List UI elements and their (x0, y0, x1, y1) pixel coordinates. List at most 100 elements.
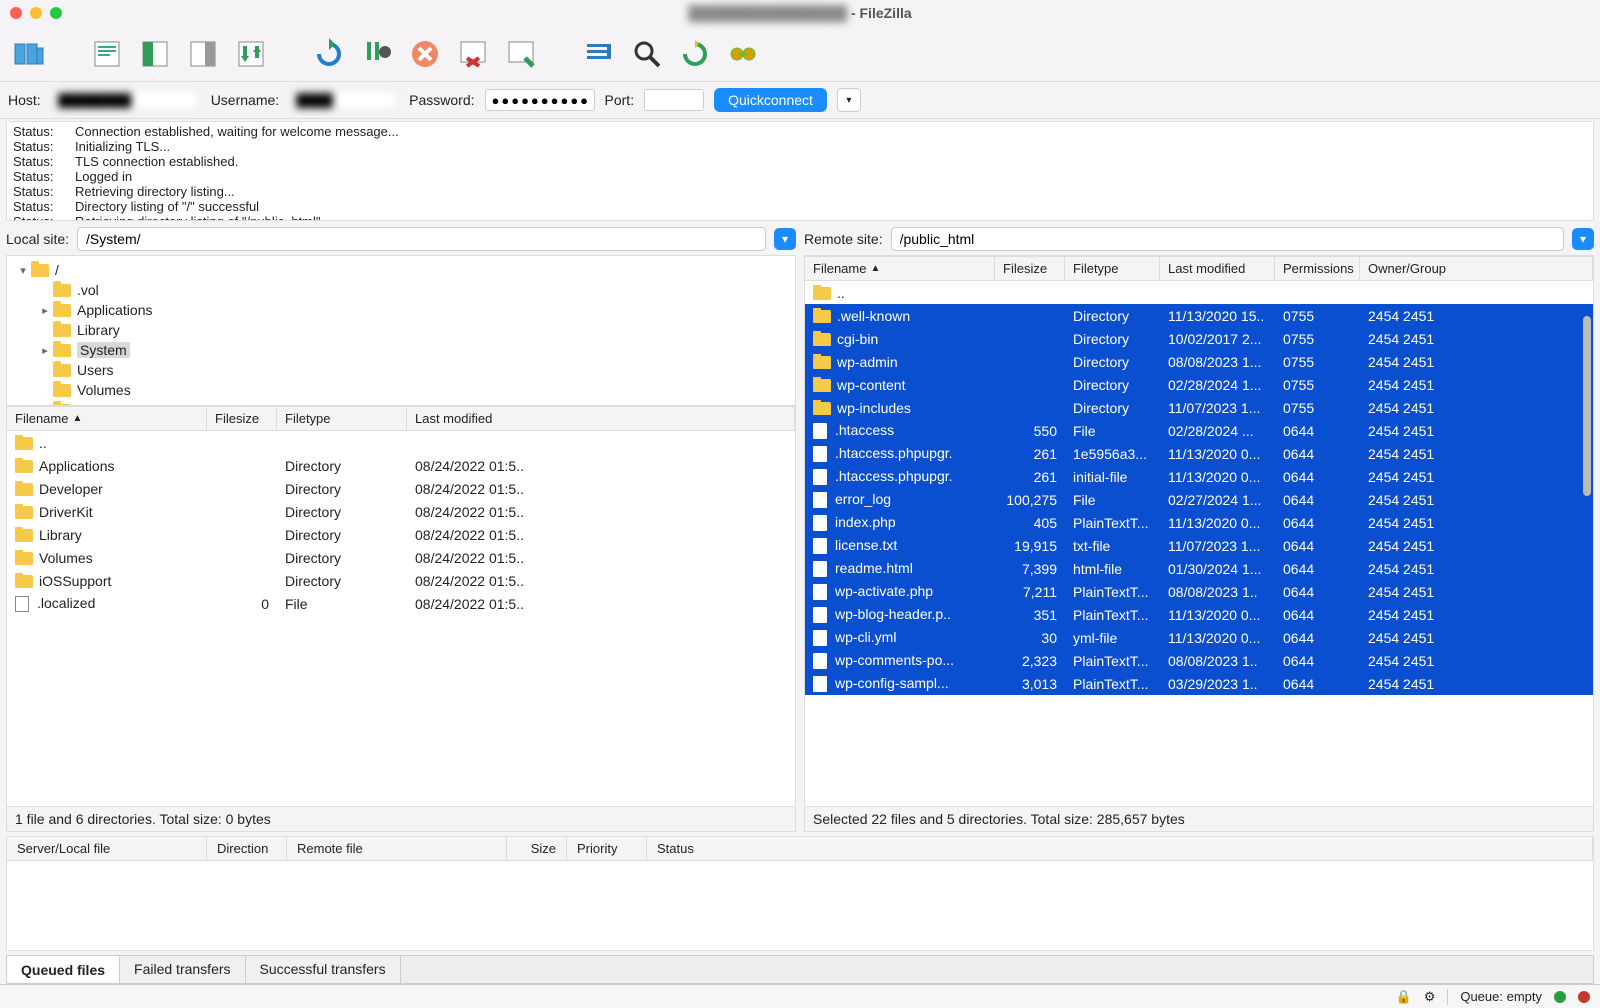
tree-item[interactable]: Library (11, 320, 791, 340)
password-label: Password: (409, 92, 474, 108)
quickconnect-history-button[interactable]: ▾ (837, 88, 861, 112)
process-queue-button[interactable] (356, 33, 398, 75)
minimize-window-icon[interactable] (30, 7, 42, 19)
sort-asc-icon: ▲ (870, 263, 880, 274)
close-window-icon[interactable] (10, 7, 22, 19)
disconnect-button[interactable] (452, 33, 494, 75)
local-header-filetype[interactable]: Filetype (277, 407, 407, 430)
remote-header-filesize[interactable]: Filesize (995, 257, 1065, 280)
search-button[interactable] (626, 33, 668, 75)
file-row[interactable]: wp-blog-header.p..351PlainTextT...11/13/… (805, 603, 1593, 626)
folder-icon (813, 379, 831, 392)
remote-header-filename[interactable]: Filename ▲ (805, 257, 995, 280)
toggle-remote-tree-button[interactable] (182, 33, 224, 75)
find-button[interactable] (722, 33, 764, 75)
remote-header-modified[interactable]: Last modified (1160, 257, 1275, 280)
queue-header-local[interactable]: Server/Local file (7, 837, 207, 860)
file-row[interactable]: wp-activate.php7,211PlainTextT...08/08/2… (805, 580, 1593, 603)
filter-button[interactable] (578, 33, 620, 75)
remote-file-list[interactable]: ...well-knownDirectory11/13/2020 15..075… (805, 281, 1593, 806)
remote-site-dropdown[interactable]: ▾ (1572, 228, 1594, 250)
log-msg: Initializing TLS... (75, 139, 170, 154)
local-site-dropdown[interactable]: ▾ (774, 228, 796, 250)
file-row[interactable]: ApplicationsDirectory08/24/2022 01:5.. (7, 454, 795, 477)
password-input[interactable] (485, 89, 595, 111)
file-row[interactable]: .. (805, 281, 1593, 304)
local-status: 1 file and 6 directories. Total size: 0 … (7, 806, 795, 831)
file-icon (813, 515, 827, 531)
zoom-window-icon[interactable] (50, 7, 62, 19)
remote-header-filetype[interactable]: Filetype (1065, 257, 1160, 280)
toggle-log-button[interactable] (86, 33, 128, 75)
file-row[interactable]: wp-contentDirectory02/28/2024 1...075524… (805, 373, 1593, 396)
tab-successful-transfers[interactable]: Successful transfers (246, 956, 401, 983)
queue-header-priority[interactable]: Priority (567, 837, 647, 860)
folder-icon (15, 506, 33, 519)
queue-list[interactable] (6, 861, 1594, 951)
log-key: Status: (13, 214, 59, 221)
remote-site-input[interactable] (891, 227, 1564, 251)
queue-header-remote[interactable]: Remote file (287, 837, 507, 860)
file-row[interactable]: wp-includesDirectory11/07/2023 1...07552… (805, 396, 1593, 419)
file-row[interactable]: wp-comments-po...2,323PlainTextT...08/08… (805, 649, 1593, 672)
log-msg: Directory listing of "/" successful (75, 199, 259, 214)
local-header-modified[interactable]: Last modified (407, 407, 795, 430)
file-row[interactable]: .. (7, 431, 795, 454)
port-input[interactable] (644, 89, 704, 111)
file-row[interactable]: iOSSupportDirectory08/24/2022 01:5.. (7, 569, 795, 592)
scrollbar[interactable] (1583, 316, 1591, 496)
tree-item[interactable]: ▸System (11, 340, 791, 360)
compare-button[interactable] (674, 33, 716, 75)
tree-item[interactable]: Volumes (11, 380, 791, 400)
file-row[interactable]: .htaccess550File02/28/2024 ...06442454 2… (805, 419, 1593, 442)
local-site-input[interactable] (77, 227, 766, 251)
file-row[interactable]: license.txt19,915txt-file11/07/2023 1...… (805, 534, 1593, 557)
queue-header-direction[interactable]: Direction (207, 837, 287, 860)
file-row[interactable]: cgi-binDirectory10/02/2017 2...07552454 … (805, 327, 1593, 350)
message-log[interactable]: Status:Connection established, waiting f… (6, 121, 1594, 221)
local-header-filesize[interactable]: Filesize (207, 407, 277, 430)
file-row[interactable]: DriverKitDirectory08/24/2022 01:5.. (7, 500, 795, 523)
tab-queued-files[interactable]: Queued files (7, 956, 120, 983)
file-icon (813, 653, 827, 669)
file-row[interactable]: DeveloperDirectory08/24/2022 01:5.. (7, 477, 795, 500)
folder-icon (15, 575, 33, 588)
refresh-button[interactable] (308, 33, 350, 75)
local-directory-tree[interactable]: ▾/.vol▸ApplicationsLibrary▸SystemUsersVo… (7, 256, 795, 406)
site-manager-button[interactable] (8, 33, 50, 75)
remote-header-owner[interactable]: Owner/Group (1360, 257, 1593, 280)
log-msg: Retrieving directory listing... (75, 184, 235, 199)
toggle-queue-button[interactable] (230, 33, 272, 75)
file-row[interactable]: .htaccess.phpupgr.2611e5956a3...11/13/20… (805, 442, 1593, 465)
local-header-filename[interactable]: Filename ▲ (7, 407, 207, 430)
file-row[interactable]: .localized0File08/24/2022 01:5.. (7, 592, 795, 615)
file-row[interactable]: error_log100,275File02/27/2024 1...06442… (805, 488, 1593, 511)
tree-item[interactable]: Users (11, 360, 791, 380)
host-input[interactable] (51, 89, 201, 111)
file-icon (15, 596, 29, 612)
tree-item[interactable]: .vol (11, 280, 791, 300)
toggle-local-tree-button[interactable] (134, 33, 176, 75)
remote-header-permissions[interactable]: Permissions (1275, 257, 1360, 280)
folder-icon (53, 384, 71, 397)
tab-failed-transfers[interactable]: Failed transfers (120, 956, 245, 983)
quickconnect-button[interactable]: Quickconnect (714, 88, 827, 112)
file-row[interactable]: wp-config-sampl...3,013PlainTextT...03/2… (805, 672, 1593, 695)
username-input[interactable] (289, 89, 399, 111)
reconnect-button[interactable] (500, 33, 542, 75)
file-row[interactable]: readme.html7,399html-file01/30/2024 1...… (805, 557, 1593, 580)
file-row[interactable]: VolumesDirectory08/24/2022 01:5.. (7, 546, 795, 569)
tree-item[interactable]: ▸Applications (11, 300, 791, 320)
file-row[interactable]: index.php405PlainTextT...11/13/2020 0...… (805, 511, 1593, 534)
file-row[interactable]: wp-cli.yml30yml-file11/13/2020 0...06442… (805, 626, 1593, 649)
local-file-list[interactable]: ..ApplicationsDirectory08/24/2022 01:5..… (7, 431, 795, 806)
file-row[interactable]: .htaccess.phpupgr.261initial-file11/13/2… (805, 465, 1593, 488)
file-row[interactable]: wp-adminDirectory08/08/2023 1...07552454… (805, 350, 1593, 373)
gear-icon[interactable]: ⚙ (1424, 989, 1436, 1005)
file-row[interactable]: LibraryDirectory08/24/2022 01:5.. (7, 523, 795, 546)
cancel-button[interactable] (404, 33, 446, 75)
file-row[interactable]: .well-knownDirectory11/13/2020 15..07552… (805, 304, 1593, 327)
tree-item[interactable]: ▾/ (11, 260, 791, 280)
queue-header-size[interactable]: Size (507, 837, 567, 860)
queue-header-status[interactable]: Status (647, 837, 1593, 860)
